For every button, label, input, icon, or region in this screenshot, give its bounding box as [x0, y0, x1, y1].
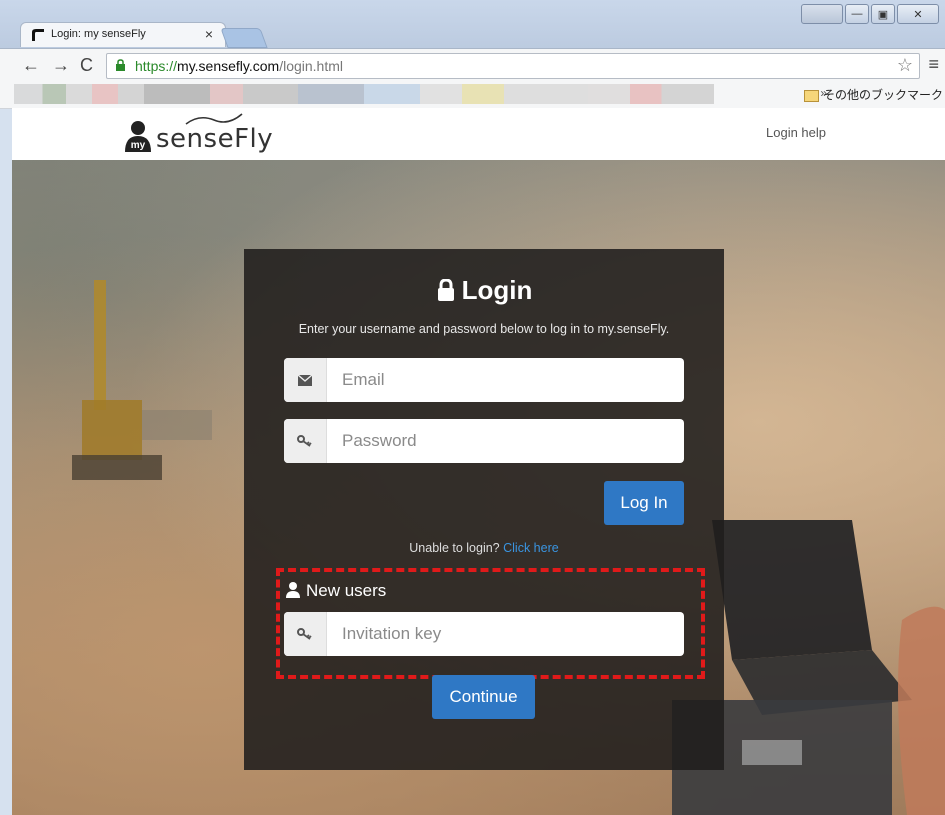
browser-menu-icon[interactable]: ≡ — [928, 54, 939, 75]
browser-toolbar: ← → C https://my.sensefly.com/login.html… — [0, 48, 945, 83]
secure-lock-icon — [116, 59, 125, 71]
back-arrow-icon[interactable]: ← — [22, 55, 40, 76]
click-here-link[interactable]: Click here — [503, 541, 559, 555]
key-icon — [297, 628, 312, 640]
continue-button[interactable]: Continue — [432, 675, 535, 719]
maximize-button[interactable]: ▣ — [871, 4, 895, 24]
logo-badge-text: my — [131, 140, 146, 151]
sensefly-favicon-icon — [32, 29, 44, 41]
other-bookmarks-folder[interactable]: その他のブックマーク — [803, 86, 943, 103]
login-title: Login — [244, 275, 724, 306]
bookmarks-bar: » その他のブックマーク — [0, 82, 945, 109]
url-path: /login.html — [279, 58, 344, 74]
browser-tab[interactable]: Login: my senseFly × — [20, 22, 226, 47]
brand-name: senseFly — [156, 124, 274, 154]
new-users-heading: New users — [286, 581, 386, 601]
title-bar: Login: my senseFly × — ▣ ✕ — [0, 0, 945, 48]
invitation-addon — [284, 612, 327, 656]
forward-arrow-icon[interactable]: → — [52, 55, 70, 76]
email-addon — [284, 358, 327, 402]
key-icon — [297, 435, 312, 447]
log-in-button[interactable]: Log In — [604, 481, 684, 525]
password-addon — [284, 419, 327, 463]
url-scheme: https:// — [135, 58, 178, 74]
unable-to-login-label: Unable to login? — [409, 541, 500, 555]
window-close-button[interactable]: ✕ — [897, 4, 939, 24]
password-field — [284, 419, 684, 463]
lock-icon — [437, 279, 454, 301]
envelope-icon — [298, 374, 312, 386]
bookmark-star-icon[interactable]: ☆ — [897, 55, 913, 76]
unable-to-login-text: Unable to login? Click here — [244, 541, 724, 555]
window-controls: — ▣ ✕ — [801, 4, 939, 24]
login-instructions: Enter your username and password below t… — [298, 322, 670, 336]
bookmark-items-blurred[interactable] — [144, 84, 364, 104]
new-tab-button[interactable] — [220, 28, 268, 48]
reload-icon[interactable]: C — [80, 55, 93, 76]
web-page: my senseFly Login help Login Enter your … — [12, 108, 945, 815]
minimize-button[interactable]: — — [845, 4, 869, 24]
tab-close-icon[interactable]: × — [205, 26, 213, 42]
hero-background-photo: Login Enter your username and password b… — [12, 160, 945, 815]
tab-title: Login: my senseFly — [51, 28, 146, 40]
bookmark-items-blurred[interactable] — [504, 84, 714, 104]
user-icon — [286, 582, 300, 598]
invitation-key-input[interactable] — [326, 612, 684, 656]
login-help-link[interactable]: Login help — [766, 125, 826, 140]
url-text: https://my.sensefly.com/login.html — [135, 58, 343, 74]
login-title-text: Login — [461, 275, 533, 305]
folder-icon — [803, 89, 819, 102]
browser-window: Login: my senseFly × — ▣ ✕ ← → C https:/… — [0, 0, 945, 815]
email-field — [284, 358, 684, 402]
email-input[interactable] — [326, 358, 684, 402]
window-caption-blank — [801, 4, 843, 24]
excavator-photo-detail — [72, 280, 212, 480]
my-user-logo-icon: my — [125, 121, 151, 152]
site-header: my senseFly Login help — [12, 108, 945, 160]
bookmark-items-blurred[interactable] — [364, 84, 504, 104]
url-host: my.sensefly.com — [177, 58, 280, 74]
address-bar[interactable]: https://my.sensefly.com/login.html ☆ — [106, 53, 920, 79]
password-input[interactable] — [326, 419, 684, 463]
other-bookmarks-label: その他のブックマーク — [822, 88, 943, 102]
login-panel: Login Enter your username and password b… — [244, 249, 724, 770]
bookmark-items-blurred[interactable] — [14, 84, 144, 104]
invitation-key-field — [284, 612, 684, 656]
new-users-label: New users — [306, 581, 387, 600]
